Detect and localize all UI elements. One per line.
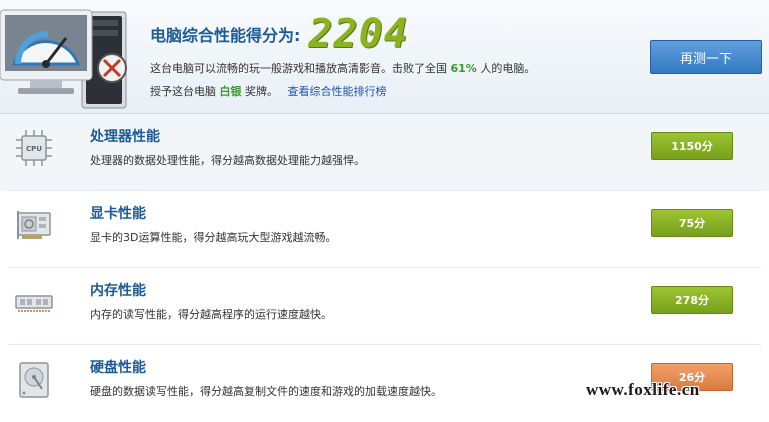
memory-score-badge: 278分 [651,286,733,314]
description-suffix: 人的电脑。 [480,62,536,75]
award-line: 授予这台电脑 白银 奖牌。 查看综合性能排行榜 [150,83,387,99]
graphics-card-icon [17,211,51,239]
beat-percent: 61% [450,62,477,75]
award-name: 白银 [219,85,242,98]
row-title: 硬盘性能 [90,360,146,376]
hard-disk-icon [19,362,49,398]
row-title: 显卡性能 [90,206,146,222]
ranking-link[interactable]: 查看综合性能排行榜 [288,85,387,98]
row-title: 内存性能 [90,283,146,299]
score-label: 电脑综合性能得分为: [150,26,301,45]
score-line: 电脑综合性能得分为: 2204 [150,11,409,57]
row-description: 显卡的3D运算性能，得分越高玩大型游戏越流畅。 [90,231,337,244]
memory-icon [15,295,53,312]
cpu-icon: CPU [16,130,52,166]
award-suffix: 奖牌。 [245,85,278,98]
graphics-performance-row: 显卡性能 显卡的3D运算性能，得分越高玩大型游戏越流畅。 75分 [0,191,769,268]
cpu-performance-row: CPU 处理器性能 处理器的数据处理性能，得分越高数据处理能力越强悍。 1150… [0,114,769,191]
row-title: 处理器性能 [90,129,160,145]
cpu-icon-label: CPU [26,145,42,153]
award-prefix: 授予这台电脑 [150,85,216,98]
graphics-score-badge: 75分 [651,209,733,237]
row-description: 硬盘的数据读写性能，得分越高复制文件的速度和游戏的加载速度越快。 [90,385,442,398]
summary-header: 电脑综合性能得分为: 2204 这台电脑可以流畅的玩一般游戏和播放高清影音。击败… [0,0,769,114]
row-description: 内存的读写性能，得分越高程序的运行速度越快。 [90,308,332,321]
row-description: 处理器的数据处理性能，得分越高数据处理能力越强悍。 [90,154,365,167]
retest-button[interactable]: 再测一下 [650,40,762,74]
memory-performance-row: 内存性能 内存的读写性能，得分越高程序的运行速度越快。 278分 [0,268,769,345]
cpu-score-badge: 1150分 [651,132,733,160]
score-description: 这台电脑可以流畅的玩一般游戏和播放高清影音。击败了全国 61% 人的电脑。 [150,60,535,76]
speedometer-monitor-icon [0,9,127,109]
overall-score: 2204 [308,11,409,57]
site-watermark: www.foxlife.cn [586,380,700,399]
description-prefix: 这台电脑可以流畅的玩一般游戏和播放高清影音。击败了全国 [150,62,447,75]
